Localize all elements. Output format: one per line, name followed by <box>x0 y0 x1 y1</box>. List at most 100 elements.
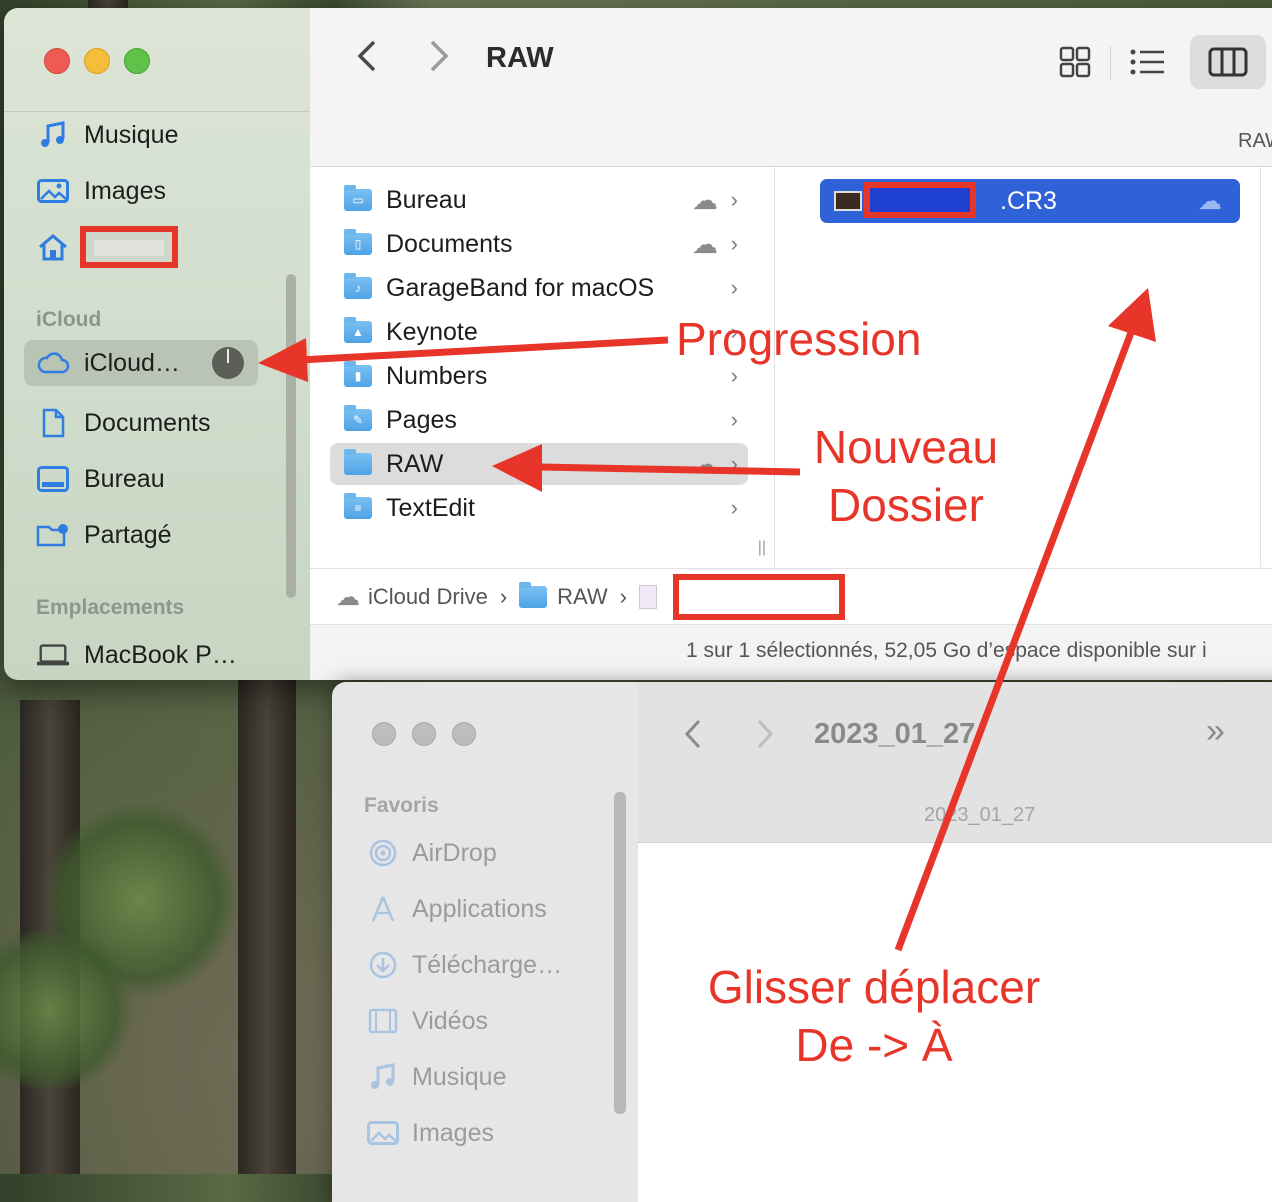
forward-button[interactable] <box>754 718 776 755</box>
sidebar-item-videos[interactable]: Vidéos <box>366 998 488 1044</box>
toolbar: RAW RAW <box>310 8 1272 167</box>
folder-icon: ✎ <box>344 405 372 431</box>
minimize-button[interactable] <box>412 722 436 746</box>
sidebar-item-telechargements[interactable]: Télécharge… <box>366 942 562 988</box>
list-item[interactable]: ▯ Documents ☁ › <box>330 223 748 265</box>
folder-icon: ▮ <box>344 361 372 387</box>
sidebar-scrollbar[interactable] <box>286 274 296 598</box>
music-note-icon <box>36 121 70 149</box>
list-item-selected[interactable]: RAW ☁ › <box>330 443 748 485</box>
annotation-glisser-deplacer: Glisser déplacer De -> À <box>690 958 1058 1075</box>
desktop-icon <box>36 466 70 492</box>
sidebar-item-label: Documents <box>84 408 211 437</box>
annotation-progression: Progression <box>676 313 922 365</box>
redacted-box <box>673 574 845 620</box>
sidebar-item-documents[interactable]: Documents <box>24 400 258 446</box>
sidebar-item-images[interactable]: Images <box>366 1110 494 1156</box>
zoom-button[interactable] <box>124 48 150 74</box>
list-icon <box>1130 49 1164 75</box>
folder-icon <box>344 449 372 475</box>
list-item[interactable]: ≡ TextEdit › <box>330 487 748 529</box>
redacted-box <box>80 226 178 268</box>
chevron-right-icon: › <box>730 495 738 520</box>
sidebar-item-label: Images <box>84 176 166 205</box>
chevron-right-icon: › <box>730 231 738 256</box>
progress-pie-icon <box>212 347 244 379</box>
airdrop-icon <box>366 838 400 868</box>
chevron-right-icon: › <box>619 584 627 609</box>
applications-icon <box>366 894 400 924</box>
annotation-line: De -> À <box>795 1019 953 1072</box>
minimize-button[interactable] <box>84 48 110 74</box>
shared-folder-icon <box>36 521 70 549</box>
sidebar-item-applications[interactable]: Applications <box>366 886 547 932</box>
folder-icon: ▯ <box>344 229 372 255</box>
chevron-right-icon: › <box>730 275 738 300</box>
more-toolbar-button[interactable]: » <box>1206 712 1225 751</box>
list-view-button[interactable] <box>1116 35 1180 89</box>
forward-button[interactable] <box>426 38 452 83</box>
chevron-left-icon <box>357 40 376 72</box>
sidebar-item-musique[interactable]: Musique <box>24 112 258 158</box>
section-header-emplacements: Emplacements <box>36 596 185 619</box>
toolbar: 2023_01_27 » 2023_01_27 <box>638 682 1272 843</box>
annotation-line: Nouveau <box>813 421 999 473</box>
window-title: 2023_01_27 <box>814 718 976 750</box>
music-note-icon <box>366 1063 400 1091</box>
folder-icon <box>519 582 548 608</box>
finder-window-back: Favoris AirDrop Applications Télécharge…… <box>332 682 1272 1202</box>
sidebar: Favoris AirDrop Applications Télécharge…… <box>332 682 638 1202</box>
cloud-icon: ☁ <box>1198 187 1222 215</box>
icon-view-button[interactable] <box>1043 35 1107 89</box>
redacted-box <box>864 182 976 218</box>
sidebar-item-musique[interactable]: Musique <box>366 1054 507 1100</box>
finder-window-front: Musique Images iCloud iCloud… Documents … <box>4 8 1272 680</box>
sidebar-item-macbook[interactable]: MacBook P… <box>24 632 258 678</box>
list-item[interactable]: ♪ GarageBand for macOS › <box>330 267 748 309</box>
chevron-right-icon <box>757 719 774 749</box>
sidebar-item-images[interactable]: Images <box>24 168 258 214</box>
image-thumbnail-icon <box>834 191 862 211</box>
column-view-button[interactable] <box>1190 35 1266 89</box>
list-item[interactable]: ✎ Pages › <box>330 399 748 441</box>
sidebar-item-partage[interactable]: Partagé <box>24 512 258 558</box>
sidebar-item-icloud-drive[interactable]: iCloud… <box>24 340 258 386</box>
grid-icon <box>1059 46 1091 78</box>
annotation-nouveau-dossier: Nouveau Dossier <box>808 418 1004 535</box>
columns-icon <box>1208 47 1248 77</box>
cloud-download-icon: ☁ <box>692 184 718 215</box>
path-item[interactable]: iCloud Drive <box>368 584 488 610</box>
path-item[interactable]: RAW <box>557 584 608 610</box>
back-button[interactable] <box>682 718 704 755</box>
cloud-download-icon: ☁ <box>692 228 718 259</box>
section-header-icloud: iCloud <box>36 308 102 331</box>
column-resize-handle[interactable]: || <box>758 539 766 557</box>
sidebar-item-airdrop[interactable]: AirDrop <box>366 830 497 876</box>
sidebar-item-label: Musique <box>84 120 179 149</box>
folder-icon: ♪ <box>344 273 372 299</box>
folder-icon: ▭ <box>344 185 372 211</box>
path-bar: ☁ iCloud Drive › RAW › <box>310 568 1272 625</box>
download-icon <box>366 950 400 980</box>
list-item[interactable]: ▭ Bureau ☁ › <box>330 179 748 221</box>
status-text: 1 sur 1 sélectionnés, 52,05 Go d’espace … <box>686 639 1207 662</box>
sidebar: Musique Images iCloud iCloud… Documents … <box>4 8 310 680</box>
chevron-right-icon: › <box>730 451 738 476</box>
main-pane: 2023_01_27 » 2023_01_27 <box>638 682 1272 1202</box>
annotation-line: Glisser déplacer <box>707 961 1041 1013</box>
cloud-icon: ☁ <box>336 583 360 611</box>
film-icon <box>366 1008 400 1034</box>
close-button[interactable] <box>44 48 70 74</box>
status-bar: 1 sur 1 sélectionnés, 52,05 Go d’espace … <box>310 624 1272 680</box>
sidebar-scrollbar[interactable] <box>614 792 626 1114</box>
zoom-button[interactable] <box>452 722 476 746</box>
chevron-left-icon <box>684 719 701 749</box>
photo-icon <box>366 1121 400 1145</box>
sidebar-item-bureau[interactable]: Bureau <box>24 456 258 502</box>
close-button[interactable] <box>372 722 396 746</box>
sidebar-item-label: Partagé <box>84 520 172 549</box>
chevron-right-icon <box>430 40 449 72</box>
back-button[interactable] <box>354 38 380 83</box>
cloud-icon: ☁ <box>692 448 718 479</box>
divider <box>1110 46 1111 80</box>
